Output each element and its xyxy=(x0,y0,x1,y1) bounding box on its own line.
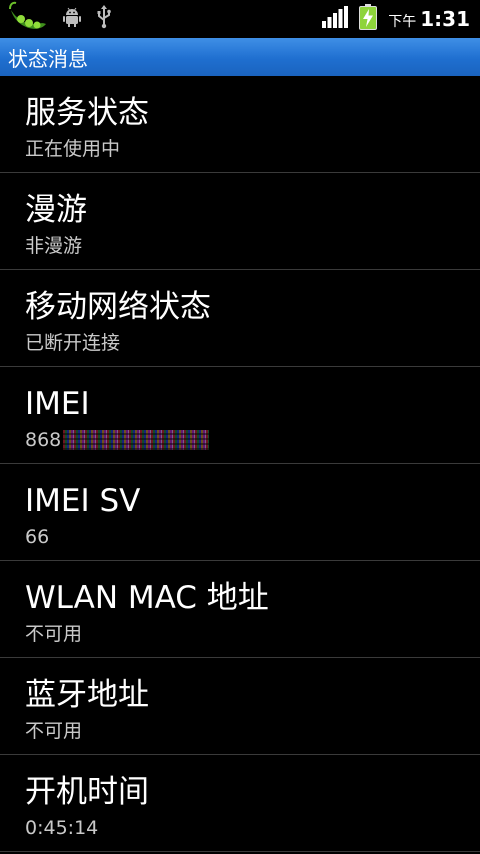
list-item-title: 漫游 xyxy=(25,192,87,228)
list-item-title: IMEI SV xyxy=(25,483,141,519)
list-item-mobile-network-state[interactable]: 移动网络状态 已断开连接 xyxy=(0,270,480,367)
list-item-value: 不可用 xyxy=(25,720,83,742)
redaction-noise xyxy=(63,430,210,450)
list-item-value: 非漫游 xyxy=(25,235,83,257)
status-list[interactable]: 服务状态 正在使用中 漫游 非漫游 移动网络状态 已断开连接 IMEI 868 … xyxy=(0,76,480,854)
list-item-value: 已断开连接 xyxy=(25,332,121,354)
list-item-imei-sv[interactable]: IMEI SV 66 xyxy=(0,464,480,561)
list-item-title: IMEI xyxy=(25,386,90,422)
list-item-title: 蓝牙地址 xyxy=(25,677,149,713)
list-item-wlan-mac[interactable]: WLAN MAC 地址 不可用 xyxy=(0,561,480,658)
list-item-title: 移动网络状态 xyxy=(25,289,211,325)
list-item-value: 66 xyxy=(25,526,50,548)
list-item-uptime[interactable]: 开机时间 0:45:14 xyxy=(0,755,480,852)
title-bar: 状态消息 xyxy=(0,38,480,76)
battery-charging-icon xyxy=(358,4,378,34)
list-item-imei[interactable]: IMEI 868 xyxy=(0,367,480,464)
list-item-bluetooth-address[interactable]: 蓝牙地址 不可用 xyxy=(0,658,480,755)
list-item-roaming[interactable]: 漫游 非漫游 xyxy=(0,173,480,270)
list-item-value: 不可用 xyxy=(25,623,83,645)
system-indicators: 下午 1:31 xyxy=(322,0,470,38)
page-title: 状态消息 xyxy=(8,46,88,71)
list-item-value: 0:45:14 xyxy=(25,817,99,839)
status-bar: 下午 1:31 xyxy=(0,0,480,38)
list-item-value: 868 xyxy=(25,428,210,452)
list-item-title: WLAN MAC 地址 xyxy=(25,580,269,616)
usb-icon[interactable] xyxy=(96,5,112,33)
signal-icon xyxy=(322,6,349,32)
peapod-icon[interactable] xyxy=(8,0,48,38)
clock-ampm: 下午 xyxy=(388,14,417,30)
list-item-title: 开机时间 xyxy=(25,774,149,810)
list-item-service-state[interactable]: 服务状态 正在使用中 xyxy=(0,76,480,173)
android-debug-icon[interactable] xyxy=(62,6,82,32)
list-item-value: 正在使用中 xyxy=(25,138,121,160)
notification-icons xyxy=(8,0,112,38)
clock: 下午 1:31 xyxy=(388,7,470,31)
list-item-title: 服务状态 xyxy=(25,95,149,131)
clock-time: 1:31 xyxy=(420,7,470,31)
imei-visible-digits: 868 xyxy=(25,429,62,451)
